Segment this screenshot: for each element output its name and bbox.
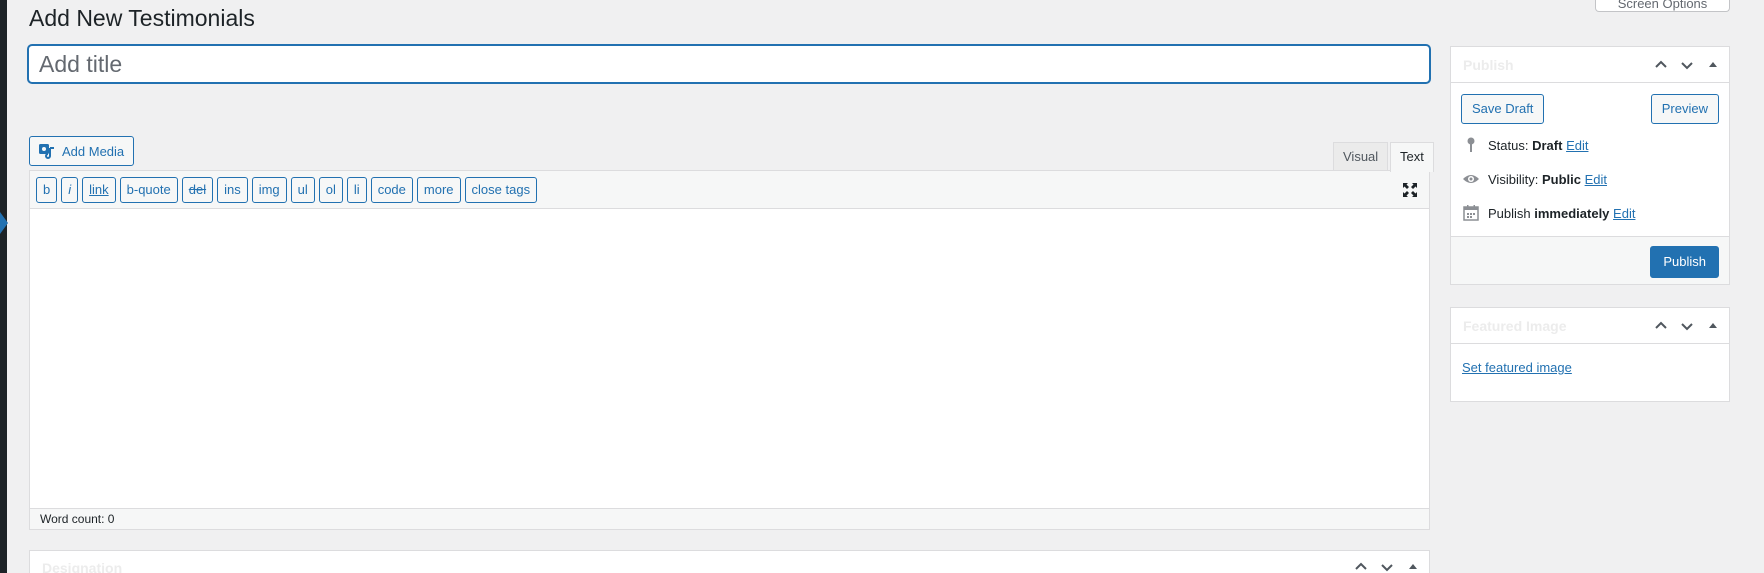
qt-bold-button[interactable]: b [36, 176, 58, 203]
qt-code-button[interactable]: code [370, 176, 413, 203]
publish-button[interactable]: Publish [1650, 246, 1719, 278]
publish-metabox: Publish Save Draft Preview Status: Draft… [1450, 46, 1730, 285]
move-up-icon[interactable] [1653, 55, 1669, 75]
featured-image-metabox: Featured Image Set featured image [1450, 307, 1730, 402]
qt-italic-button[interactable]: i [61, 176, 79, 203]
text-editor: b i link b-quote del ins img ul ol li co… [29, 170, 1430, 530]
publish-time-label: Publish [1488, 205, 1531, 221]
publish-box-controls [1653, 55, 1721, 75]
move-up-icon[interactable] [1353, 557, 1369, 573]
qt-blockquote-button[interactable]: b-quote [119, 176, 178, 203]
publish-actions: Publish [1451, 236, 1729, 284]
edit-publish-time-link[interactable]: Edit [1613, 206, 1635, 221]
publish-time-row: Publish immediately Edit [1462, 204, 1635, 222]
edit-visibility-link[interactable]: Edit [1585, 172, 1607, 187]
screen-options-button[interactable]: Screen Options [1595, 0, 1730, 12]
add-media-label: Add Media [62, 143, 125, 159]
visibility-value: Public [1541, 171, 1581, 187]
tab-visual[interactable]: Visual [1333, 142, 1389, 171]
content-textarea[interactable] [30, 209, 1429, 509]
media-icon [38, 142, 56, 160]
status-label: Status: [1488, 137, 1529, 153]
eye-icon [1462, 170, 1480, 188]
publish-box-title: Publish [1463, 57, 1514, 73]
status-row: Status: Draft Edit [1462, 136, 1588, 154]
visibility-row: Visibility: Public Edit [1462, 170, 1607, 188]
move-down-icon[interactable] [1379, 557, 1395, 573]
save-draft-button[interactable]: Save Draft [1461, 94, 1545, 124]
qt-link-button[interactable]: link [82, 176, 116, 203]
designation-metabox: Designation [29, 550, 1430, 573]
qt-del-button[interactable]: del [181, 176, 214, 203]
calendar-icon [1462, 204, 1480, 222]
tab-text[interactable]: Text [1390, 142, 1434, 172]
current-menu-indicator [0, 212, 8, 234]
fullscreen-icon[interactable] [1401, 181, 1419, 199]
word-count: Word count: 0 [30, 508, 1429, 529]
designation-controls [1353, 557, 1421, 573]
featured-box-title: Featured Image [1463, 318, 1567, 334]
post-title-input[interactable] [28, 45, 1430, 83]
featured-box-controls [1653, 316, 1721, 336]
edit-status-link[interactable]: Edit [1566, 138, 1588, 153]
qt-ul-button[interactable]: ul [290, 176, 315, 203]
quicktags-toolbar: b i link b-quote del ins img ul ol li co… [30, 171, 1429, 209]
qt-ins-button[interactable]: ins [217, 176, 248, 203]
publish-time-value: immediately [1534, 205, 1610, 221]
set-featured-image-link[interactable]: Set featured image [1462, 360, 1572, 375]
add-media-button[interactable]: Add Media [29, 136, 135, 166]
preview-button[interactable]: Preview [1650, 94, 1719, 124]
move-down-icon[interactable] [1679, 55, 1695, 75]
page-title: Add New Testimonials [29, 5, 255, 31]
featured-box-header: Featured Image [1451, 308, 1729, 344]
publish-box-header: Publish [1451, 47, 1729, 83]
qt-more-button[interactable]: more [416, 176, 461, 203]
qt-img-button[interactable]: img [251, 176, 287, 203]
status-value: Draft [1532, 137, 1563, 153]
qt-close-tags-button[interactable]: close tags [464, 176, 538, 203]
pin-icon [1462, 136, 1480, 154]
qt-li-button[interactable]: li [346, 176, 367, 203]
visibility-label: Visibility: [1488, 171, 1539, 187]
move-up-icon[interactable] [1653, 316, 1669, 336]
collapse-icon[interactable] [1405, 557, 1421, 573]
qt-ol-button[interactable]: ol [318, 176, 343, 203]
designation-title: Designation [42, 560, 123, 573]
collapse-icon[interactable] [1705, 55, 1721, 75]
move-down-icon[interactable] [1679, 316, 1695, 336]
collapse-icon[interactable] [1705, 316, 1721, 336]
admin-menu-edge [0, 0, 7, 573]
